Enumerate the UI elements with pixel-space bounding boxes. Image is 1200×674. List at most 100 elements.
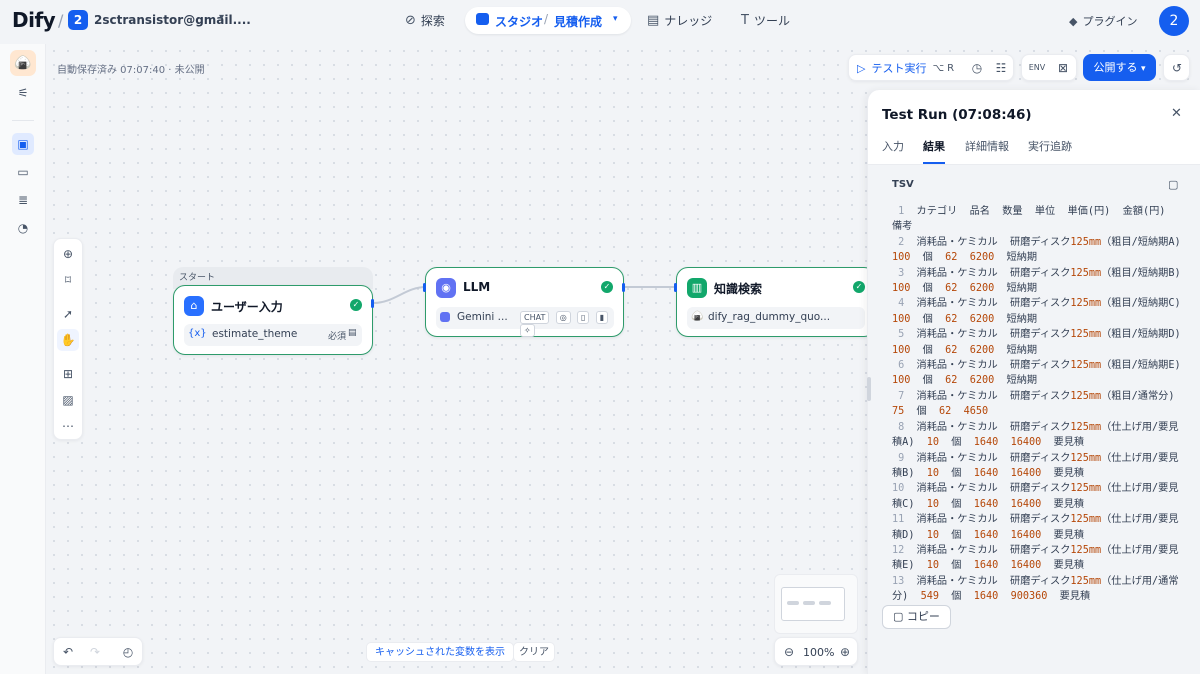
variables-icon[interactable]: ☷ — [990, 57, 1012, 79]
knowledge-node[interactable]: ▥ 知識検索 ✓ 🍙 dify_rag_dummy_quo... — [676, 267, 876, 337]
logs-icon[interactable]: ≣ — [12, 189, 34, 211]
minimap-node — [787, 601, 799, 605]
terminal-icon[interactable]: ▭ — [12, 161, 34, 183]
tab-tracing[interactable]: 実行追跡 — [1028, 138, 1072, 154]
autosave-status: 自動保存済み 07:07:40 · 未公開 — [57, 65, 205, 76]
llm-model[interactable]: Gemini ... CHAT ◎ ▯ ▮ ✧ — [436, 307, 614, 337]
nav-studio[interactable]: スタジオ / 見積作成 ▾ — [465, 7, 631, 34]
add-note-icon[interactable]: ⌑ — [57, 269, 79, 291]
tsv-line: 5 消耗品・ケミカル 研磨ディスク125mm（粗目/短納期D) 100 個 62… — [892, 329, 1193, 356]
copy-label: コピー — [906, 610, 940, 623]
test-run-button[interactable]: ▷ テスト実行 ⌥ R — [857, 60, 954, 76]
checklist-icon[interactable]: ◷ — [966, 57, 988, 79]
llm-node[interactable]: ◉ LLM ✓ Gemini ... CHAT ◎ ▯ ▮ ✧ — [425, 267, 624, 337]
plugins-label: プラグイン — [1082, 15, 1138, 28]
test-run-label: テスト実行 — [871, 62, 927, 75]
start-node[interactable]: ⌂ ユーザー入力 ✓ {x} estimate_theme 必須 ▤ — [173, 285, 373, 355]
check-icon: ✓ — [853, 281, 865, 293]
avatar[interactable]: 2 — [1159, 6, 1189, 36]
zoom-in-icon[interactable]: ⊕ — [834, 641, 856, 663]
zoom-out-icon[interactable]: ⊖ — [778, 641, 800, 663]
divider — [12, 120, 34, 121]
kb-input-handle[interactable] — [674, 283, 677, 292]
workspace-name[interactable]: 2sctransistor@gmail.... — [94, 13, 251, 27]
undo-redo-toolbar: ↶ ↷ ◴ — [53, 637, 143, 666]
chevron-down-icon: ▾ — [1140, 64, 1146, 74]
close-icon[interactable]: ✕ — [1171, 106, 1182, 121]
pointer-icon[interactable]: ➚ — [57, 303, 79, 325]
brain-icon: ◉ — [436, 278, 456, 298]
more-icon[interactable]: ⋯ — [57, 415, 79, 437]
add-node-icon[interactable]: ⊕ — [57, 243, 79, 265]
doc-icon: ▯ — [577, 311, 590, 324]
tsv-line: 6 消耗品・ケミカル 研磨ディスク125mm（粗目/短納期E) 100 個 62… — [892, 360, 1193, 387]
app-name[interactable]: 見積作成 — [554, 13, 602, 30]
tsv-line: 12 消耗品・ケミカル 研磨ディスク125mm（仕上げ用/要見積E) 10 個 … — [892, 544, 1179, 572]
variable-icon: {x} — [188, 328, 207, 339]
undo-icon[interactable]: ↶ — [57, 641, 79, 663]
line-number: 2 — [892, 236, 917, 248]
version-history-icon[interactable]: ◴ — [117, 641, 139, 663]
book-icon: ▤ — [647, 13, 660, 28]
mode-tag: CHAT — [520, 311, 550, 324]
tsv-line: 1 カテゴリ 品名 数量 単位 単価(円) 金額(円) 備考 — [892, 206, 1178, 233]
llm-input-handle[interactable] — [423, 283, 426, 292]
check-icon: ✓ — [350, 299, 362, 311]
breadcrumb-separator: / — [544, 12, 549, 26]
clear-button[interactable]: クリア — [513, 642, 555, 662]
line-number: 1 — [892, 206, 917, 217]
tsv-line: 4 消耗品・ケミカル 研磨ディスク125mm（粗目/短納期C) 100 個 62… — [892, 298, 1193, 325]
tab-detail[interactable]: 詳細情報 — [965, 138, 1009, 154]
copy-button[interactable]: ▢ コピー — [882, 605, 951, 629]
panel-resize-handle[interactable] — [867, 377, 871, 401]
app-icon[interactable]: 🍙 — [10, 50, 36, 76]
clipboard-icon[interactable]: ▢ — [1168, 178, 1178, 191]
sliders-icon[interactable]: ⚟ — [12, 82, 34, 104]
tab-result[interactable]: 結果 — [923, 138, 945, 154]
dify-logo[interactable]: Dify — [12, 8, 56, 32]
line-number: 3 — [892, 267, 917, 279]
model-name: Gemini ... — [457, 311, 508, 323]
line-number: 7 — [892, 390, 917, 402]
llm-output-handle[interactable] — [622, 283, 625, 292]
line-number: 8 — [892, 421, 917, 433]
plugins-button[interactable]: ◆ プラグイン — [1069, 13, 1137, 29]
tsv-content: 1 カテゴリ 品名 数量 単位 単価(円) 金額(円) 備考 2 消耗品・ケミカ… — [892, 204, 1184, 605]
env-icon[interactable]: ENV — [1026, 57, 1048, 79]
publish-label: 公開する — [1093, 61, 1138, 74]
history-icon[interactable]: ↺ — [1166, 57, 1188, 79]
nav-knowledge-label: ナレッジ — [664, 14, 713, 28]
zoom-level[interactable]: 100% — [803, 646, 834, 659]
workspace-badge[interactable]: 2 — [68, 10, 88, 30]
tab-input[interactable]: 入力 — [882, 138, 904, 154]
play-icon: ▷ — [857, 61, 866, 75]
home-icon: ⌂ — [184, 296, 204, 316]
start-variable[interactable]: {x} estimate_theme 必須 ▤ — [184, 324, 362, 346]
organize-icon[interactable]: ⊞ — [57, 363, 79, 385]
hand-icon[interactable]: ✋ — [57, 329, 79, 351]
redo-icon[interactable]: ↷ — [84, 641, 106, 663]
knowledge-dataset[interactable]: 🍙 dify_rag_dummy_quo... — [687, 307, 865, 329]
line-number: 9 — [892, 452, 917, 464]
export-image-icon[interactable]: ▨ — [57, 389, 79, 411]
minimap[interactable] — [774, 574, 858, 634]
monitor-icon[interactable]: ◔ — [12, 217, 34, 239]
line-number: 13 — [892, 575, 917, 587]
tsv-line: 13 消耗品・ケミカル 研磨ディスク125mm（仕上げ用/通常分) 549 個 … — [892, 575, 1179, 603]
x-variable-icon[interactable]: ⊠ — [1052, 57, 1074, 79]
chevron-down-icon[interactable]: ▾ — [613, 14, 618, 24]
publish-button[interactable]: 公開する ▾ — [1083, 54, 1156, 81]
orchestrate-icon[interactable]: ▣ — [12, 133, 34, 155]
chevron-down-icon[interactable]: ▾ — [219, 12, 224, 23]
start-output-handle[interactable] — [371, 299, 374, 308]
test-run-panel: Test Run (07:08:46) ✕ 入力 結果 詳細情報 実行追跡 TS… — [867, 90, 1200, 674]
variable-name: estimate_theme — [212, 328, 298, 340]
nav-tools[interactable]: T ツール — [741, 12, 790, 29]
show-cached-variables-button[interactable]: キャッシュされた変数を表示 — [366, 642, 514, 662]
wrench-icon: T — [741, 13, 749, 28]
nav-knowledge[interactable]: ▤ ナレッジ — [647, 12, 712, 29]
nav-explore[interactable]: ⊘ 探索 — [405, 12, 445, 29]
line-number: 11 — [892, 514, 917, 526]
llm-node-title: LLM — [463, 280, 491, 294]
text-input-icon: ▤ — [348, 328, 357, 338]
